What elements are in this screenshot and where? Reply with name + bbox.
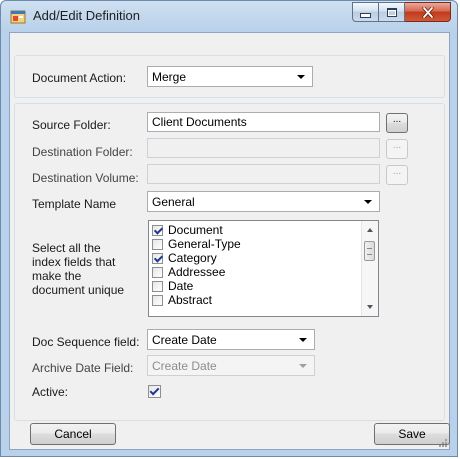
close-icon — [421, 6, 434, 18]
minimize-icon — [360, 12, 371, 18]
checkbox-unchecked-icon[interactable] — [152, 238, 163, 250]
document-action-label: Document Action: — [32, 71, 127, 85]
index-field-item[interactable]: Document — [152, 223, 223, 237]
document-action-dropdown[interactable]: Merge — [147, 66, 313, 87]
doc-sequence-dropdown[interactable]: Create Date — [147, 329, 315, 350]
maximize-button[interactable] — [379, 2, 405, 22]
minimize-button[interactable] — [352, 2, 379, 22]
index-fields-checklist[interactable]: Document General-Type Category Addressee… — [148, 220, 379, 317]
destination-folder-label: Destination Folder: — [32, 145, 133, 159]
index-field-label: Date — [168, 279, 194, 293]
window-title: Add/Edit Definition — [33, 8, 140, 23]
index-field-item[interactable]: Category — [152, 251, 217, 265]
cancel-button[interactable]: Cancel — [30, 423, 116, 445]
archive-date-value: Create Date — [152, 359, 217, 373]
chevron-down-icon — [299, 364, 307, 368]
source-folder-value: Client Documents — [152, 115, 247, 129]
destination-volume-browse-button: ... — [386, 165, 408, 185]
scrollbar-thumb[interactable] — [364, 241, 375, 261]
template-name-label: Template Name — [32, 197, 117, 211]
index-field-item[interactable]: Abstract — [152, 293, 212, 307]
destination-folder-browse-button: ... — [386, 139, 408, 159]
template-name-dropdown[interactable]: General — [147, 191, 380, 212]
app-window-icon — [10, 9, 26, 25]
doc-sequence-value: Create Date — [152, 333, 217, 347]
archive-date-dropdown: Create Date — [147, 355, 315, 376]
active-label: Active: — [32, 385, 69, 399]
source-folder-label: Source Folder: — [32, 118, 111, 132]
index-field-item[interactable]: Date — [152, 279, 193, 293]
active-checkbox[interactable] — [148, 385, 161, 398]
close-button[interactable] — [405, 2, 451, 22]
index-field-label: Category — [168, 251, 217, 265]
checkbox-unchecked-icon[interactable] — [152, 280, 163, 292]
scroll-up-icon[interactable] — [367, 228, 373, 232]
index-field-label: Document — [168, 223, 223, 237]
index-field-label: Addressee — [168, 265, 226, 279]
index-field-item[interactable]: Addressee — [152, 265, 225, 279]
index-fields-label: Select all the index fields that make th… — [32, 241, 125, 297]
scroll-down-icon[interactable] — [367, 305, 373, 309]
template-name-value: General — [152, 195, 195, 209]
resize-grip-icon[interactable] — [438, 438, 448, 448]
caption-buttons — [352, 2, 451, 22]
checkbox-unchecked-icon[interactable] — [152, 294, 163, 306]
maximize-icon — [386, 7, 397, 17]
checkbox-unchecked-icon[interactable] — [152, 266, 163, 278]
chevron-down-icon — [297, 75, 305, 79]
dialog-window: Add/Edit Definition Document Action: Mer… — [0, 0, 458, 457]
chevron-down-icon — [364, 200, 372, 204]
document-action-value: Merge — [152, 70, 187, 84]
source-folder-field[interactable]: Client Documents — [147, 112, 380, 132]
index-field-label: General-Type — [168, 237, 241, 251]
checkbox-checked-icon[interactable] — [152, 252, 163, 264]
source-folder-browse-button[interactable]: ... — [386, 113, 408, 133]
title-bar[interactable]: Add/Edit Definition — [1, 1, 457, 33]
chevron-down-icon — [299, 338, 307, 342]
index-field-label: Abstract — [168, 293, 213, 307]
index-field-item[interactable]: General-Type — [152, 237, 241, 251]
checkbox-checked-icon[interactable] — [152, 224, 163, 236]
destination-volume-label: Destination Volume: — [32, 171, 139, 185]
archive-date-label: Archive Date Field: — [32, 361, 134, 375]
doc-sequence-label: Doc Sequence field: — [32, 335, 140, 349]
index-fields-scrollbar[interactable] — [361, 221, 378, 316]
dialog-client-area: Document Action: Merge Source Folder: Cl… — [9, 32, 450, 450]
destination-volume-field — [147, 164, 380, 184]
destination-folder-field — [147, 138, 380, 158]
